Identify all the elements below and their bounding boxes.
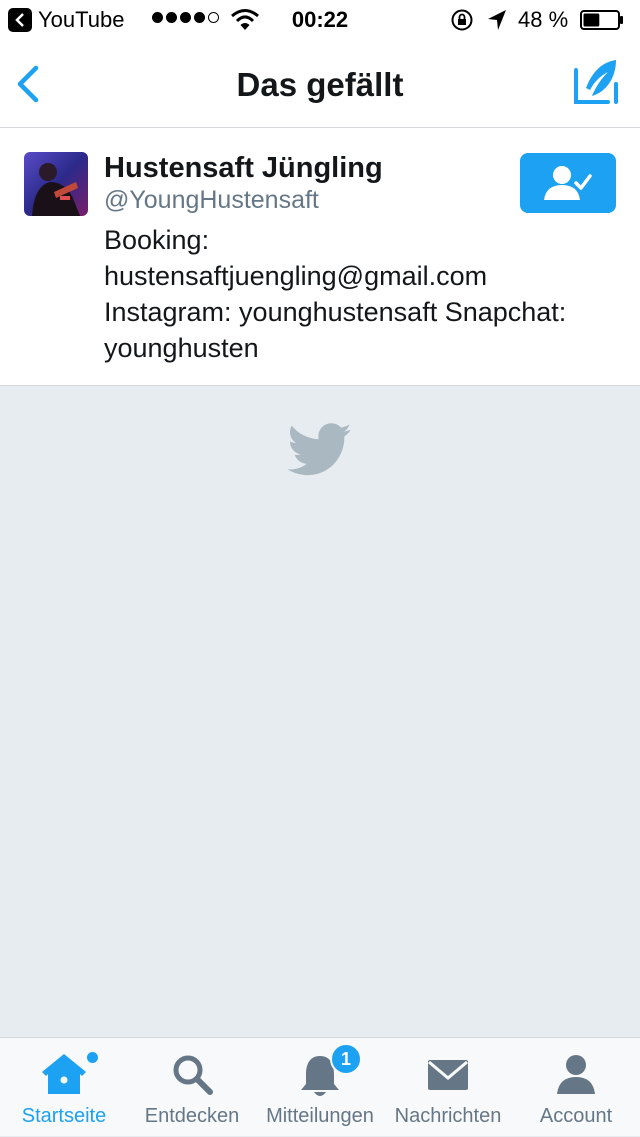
tab-home-label: Startseite [21, 1105, 107, 1127]
navigation-bar: Das gefällt [0, 40, 640, 128]
search-icon [173, 1055, 213, 1095]
battery-icon [580, 10, 623, 30]
bio-line: Booking: [104, 225, 210, 255]
bio-line-email[interactable]: hustensaftjuengling@gmail.com [104, 258, 624, 294]
compose-tweet-icon[interactable] [572, 58, 620, 108]
user-bio: Booking: hustensaftjuengling@gmail.com I… [104, 222, 624, 366]
notifications-badge: 1 [330, 1043, 362, 1075]
tab-explore[interactable]: Entdecken [128, 1038, 256, 1137]
tab-home[interactable]: Startseite [0, 1038, 128, 1137]
user-card[interactable]: Hustensaft Jüngling @YoungHustensaft Boo… [0, 128, 640, 386]
envelope-icon [428, 1060, 468, 1090]
person-icon [557, 1055, 595, 1094]
location-arrow-icon [488, 10, 506, 30]
user-handle: @YoungHustensaft [104, 186, 319, 214]
tab-account-label: Account [539, 1105, 613, 1127]
home-unread-dot [87, 1052, 98, 1063]
tab-messages-label: Nachrichten [394, 1105, 502, 1127]
rotation-lock-icon [451, 9, 473, 31]
tab-notifications-label: Mitteilungen [266, 1105, 374, 1127]
tab-explore-label: Entdecken [144, 1105, 240, 1127]
tab-bar: Startseite Entdecken Mitteilungen Nachri… [0, 1037, 640, 1136]
tab-notifications[interactable]: Mitteilungen [256, 1038, 384, 1137]
twitter-bird-icon [287, 423, 352, 476]
following-button[interactable] [520, 153, 616, 213]
battery-percentage: 48 % [518, 7, 569, 32]
tab-account[interactable]: Account [512, 1038, 640, 1137]
user-display-name[interactable]: Hustensaft Jüngling [104, 152, 383, 185]
tab-messages[interactable]: Nachrichten [384, 1038, 512, 1137]
bio-line: younghusten [104, 333, 259, 363]
page-title: Das gefällt [236, 66, 404, 103]
person-check-icon [544, 166, 592, 200]
avatar[interactable] [24, 152, 88, 216]
status-bar: YouTube 00:22 48 % [0, 0, 640, 40]
home-icon [42, 1054, 86, 1094]
bio-line: Instagram: younghustensaft Snapchat: [104, 297, 567, 327]
